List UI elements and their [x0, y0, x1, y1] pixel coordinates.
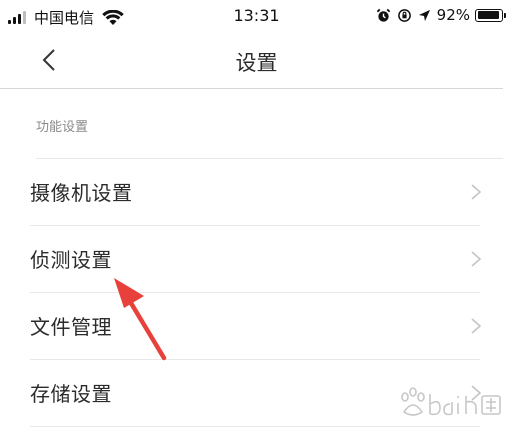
status-bar: 中国电信 13:31 92% [0, 0, 513, 34]
status-right: 92% [376, 6, 506, 24]
page-title: 设置 [235, 51, 278, 75]
navigation-bar: 设置 [0, 34, 513, 88]
menu-item-label: 存储设置 [30, 382, 112, 406]
menu-item-label: 侦测设置 [30, 248, 112, 272]
chevron-right-icon [471, 318, 482, 334]
alarm-icon [376, 8, 390, 22]
baidu-jingyan-watermark [401, 387, 501, 416]
battery-icon [475, 8, 506, 22]
orientation-lock-icon [397, 8, 411, 22]
location-icon [418, 9, 430, 21]
chevron-right-icon [471, 184, 482, 200]
battery-level [477, 11, 499, 19]
row-divider [30, 426, 480, 427]
chevron-right-icon [471, 251, 482, 267]
section-header: 功能设置 [36, 120, 89, 135]
battery-percent: 92% [436, 6, 470, 24]
nav-divider [0, 88, 503, 89]
menu-item-file-management[interactable]: 文件管理 [0, 293, 513, 360]
menu-item-label: 摄像机设置 [30, 181, 133, 205]
settings-screen: 中国电信 13:31 92% 设置 功能设置 摄像机设置 侦测设置 文件管理 存… [0, 0, 513, 437]
menu-item-detection-settings[interactable]: 侦测设置 [0, 226, 513, 293]
menu-item-label: 文件管理 [30, 315, 112, 339]
menu-item-camera-settings[interactable]: 摄像机设置 [0, 159, 513, 226]
